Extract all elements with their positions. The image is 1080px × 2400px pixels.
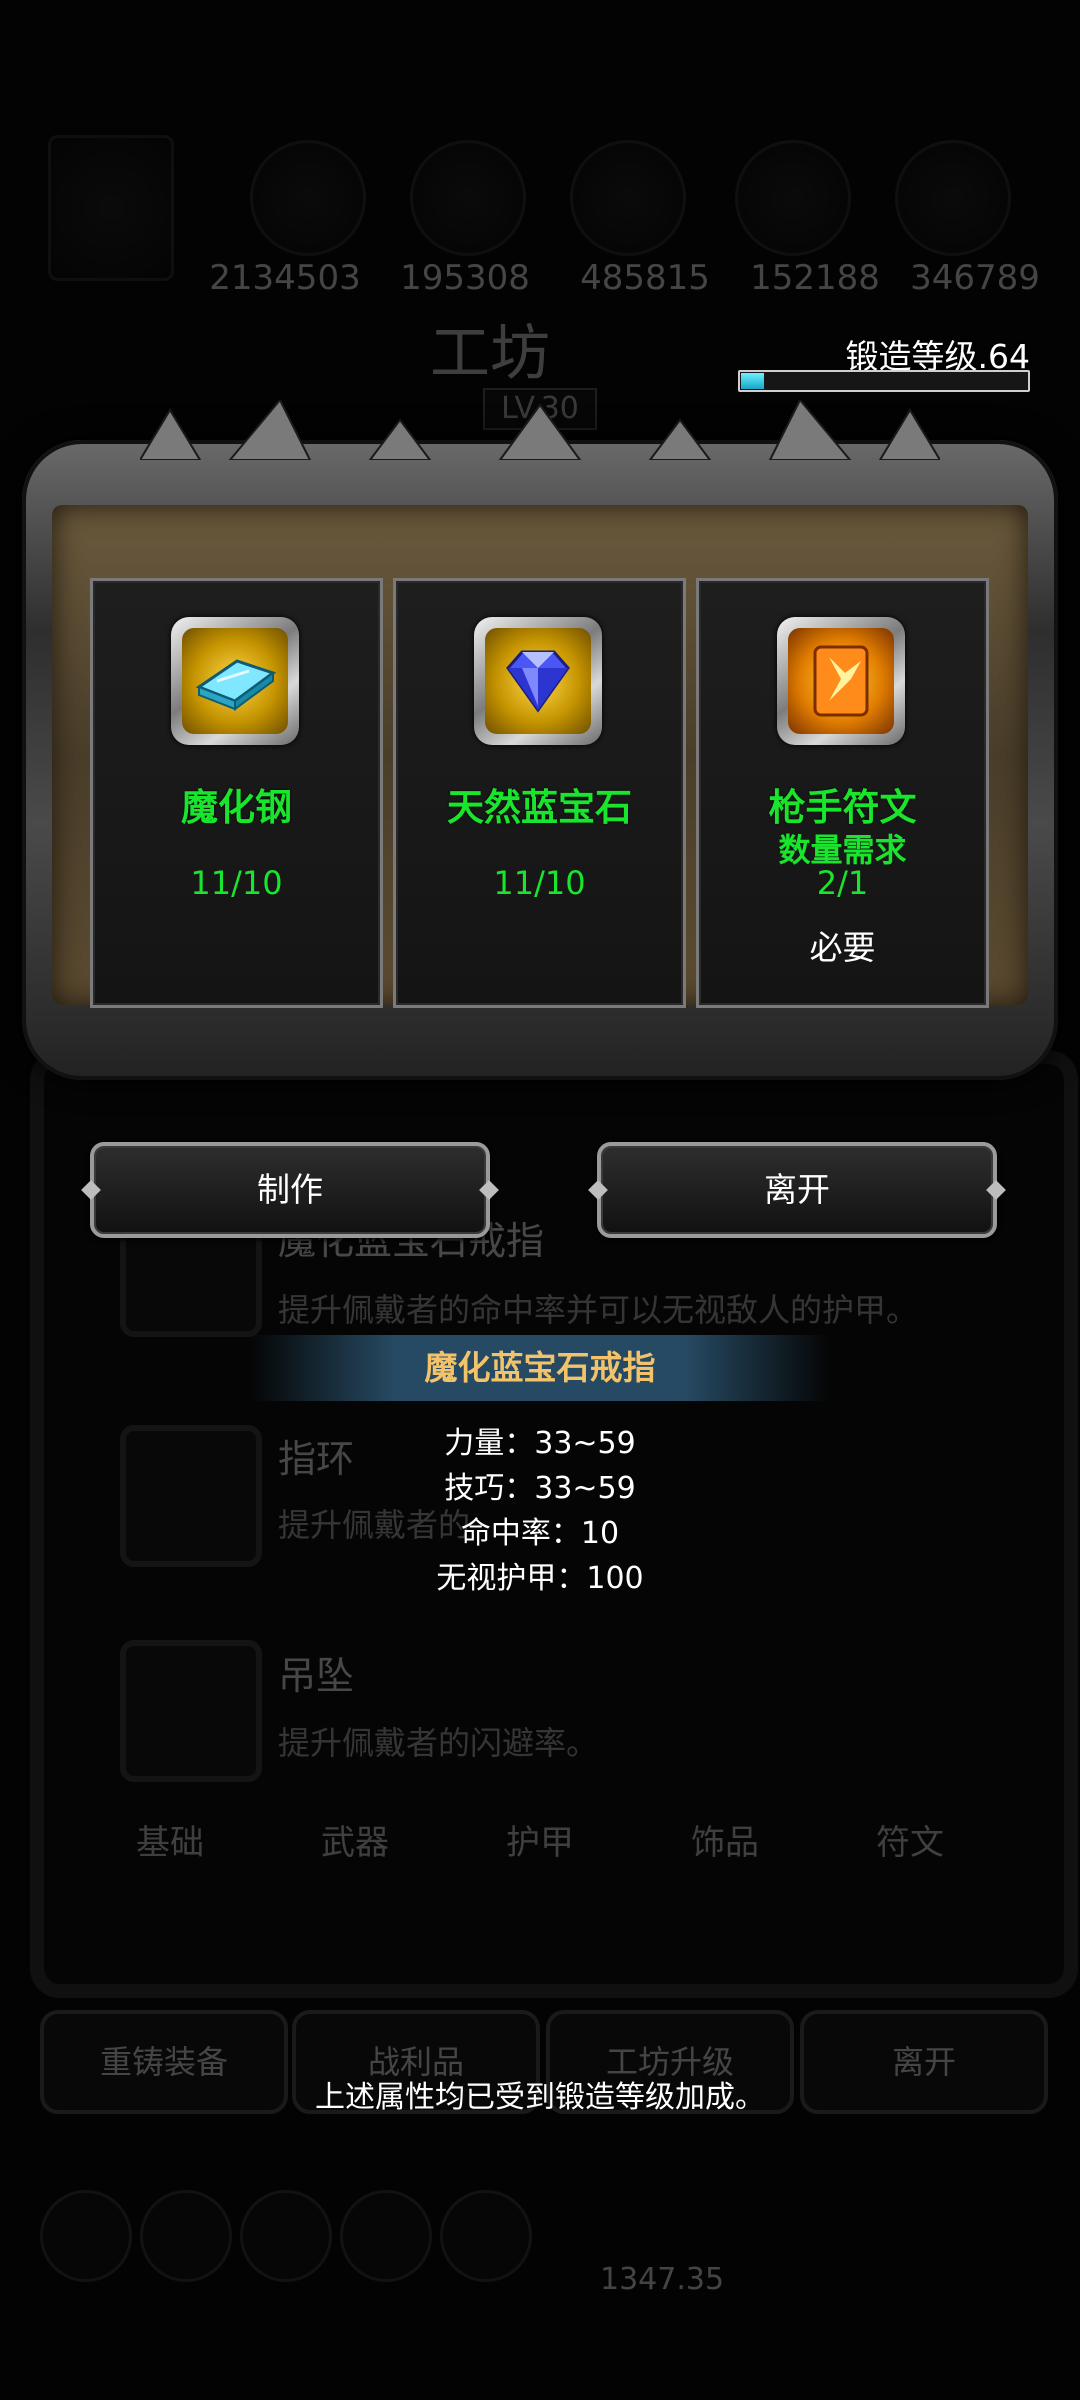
stat-dexterity: 技巧：33~59 (444, 1471, 636, 1506)
bottom-slot (340, 2190, 432, 2282)
item-name: 吊坠 (278, 1654, 355, 1698)
stat-armor-ignore: 无视护甲：100 (436, 1561, 644, 1596)
frame-ornament (138, 398, 942, 461)
material-count: 11/10 (493, 864, 586, 902)
material-count: 11/10 (190, 864, 283, 902)
make-button[interactable]: 制作 (90, 1142, 490, 1238)
tab-weapon: 武器 (321, 1823, 389, 1863)
resource-slot-4 (735, 140, 851, 256)
material-name: 魔化钢 (181, 786, 292, 829)
material-name: 枪手符文 (768, 786, 917, 829)
resource-slot-2 (410, 140, 526, 256)
workshop-title: 工坊 (430, 319, 550, 389)
resource-value: 195308 (400, 258, 530, 298)
band-item-icon (120, 1425, 262, 1567)
material-icon-frame (474, 617, 602, 745)
bottom-slot (140, 2190, 232, 2282)
resource-value: 152188 (750, 258, 880, 298)
resource-slot-3 (570, 140, 686, 256)
bottom-slot (240, 2190, 332, 2282)
tab-rune: 符文 (876, 1823, 944, 1863)
stat-strength: 力量：33~59 (444, 1426, 636, 1461)
resource-value: 346789 (910, 258, 1040, 298)
tab-armor: 护甲 (506, 1823, 574, 1863)
bottom-slot (440, 2190, 532, 2282)
forge-progress-bar (738, 370, 1030, 392)
tab-basic: 基础 (136, 1823, 204, 1863)
tooltip-header: 魔化蓝宝石戒指 (250, 1335, 830, 1401)
character-portrait (48, 135, 174, 281)
material-count: 2/1 (816, 864, 869, 902)
item-desc: 提升佩戴者的闪避率。 (278, 1724, 599, 1762)
material-card: 枪手符文 数量需求 2/1 必要 (696, 578, 989, 1008)
tooltip-footnote: 上述属性均已受到锻造等级加成。 (315, 2080, 765, 2115)
material-card: 天然蓝宝石 11/10 (393, 578, 686, 1008)
leave-button[interactable]: 离开 (597, 1142, 997, 1238)
resource-slot-5 (895, 140, 1011, 256)
pendant-item-icon (120, 1640, 262, 1782)
tab-accessory: 饰品 (691, 1823, 759, 1863)
material-icon-frame (777, 617, 905, 745)
sapphire-gem-icon (485, 628, 591, 734)
material-icon-frame (171, 617, 299, 745)
bottom-counter: 1347.35 (600, 2262, 725, 2297)
item-desc: 提升佩戴者的命中率并可以无视敌人的护甲。 (278, 1291, 919, 1329)
material-name: 天然蓝宝石 (447, 786, 632, 829)
resource-value: 485815 (580, 258, 710, 298)
material-required-tag: 必要 (809, 928, 876, 967)
forge-progress-fill (741, 373, 765, 389)
steel-ingot-icon (182, 628, 288, 734)
stat-hit-rate: 命中率：10 (460, 1516, 620, 1551)
resource-slot-1 (250, 140, 366, 256)
bottom-slot (40, 2190, 132, 2282)
rune-scroll-icon (788, 628, 894, 734)
material-card: 魔化钢 11/10 (90, 578, 383, 1008)
resource-value: 2134503 (209, 258, 361, 298)
tooltip-title: 魔化蓝宝石戒指 (424, 1348, 656, 1387)
